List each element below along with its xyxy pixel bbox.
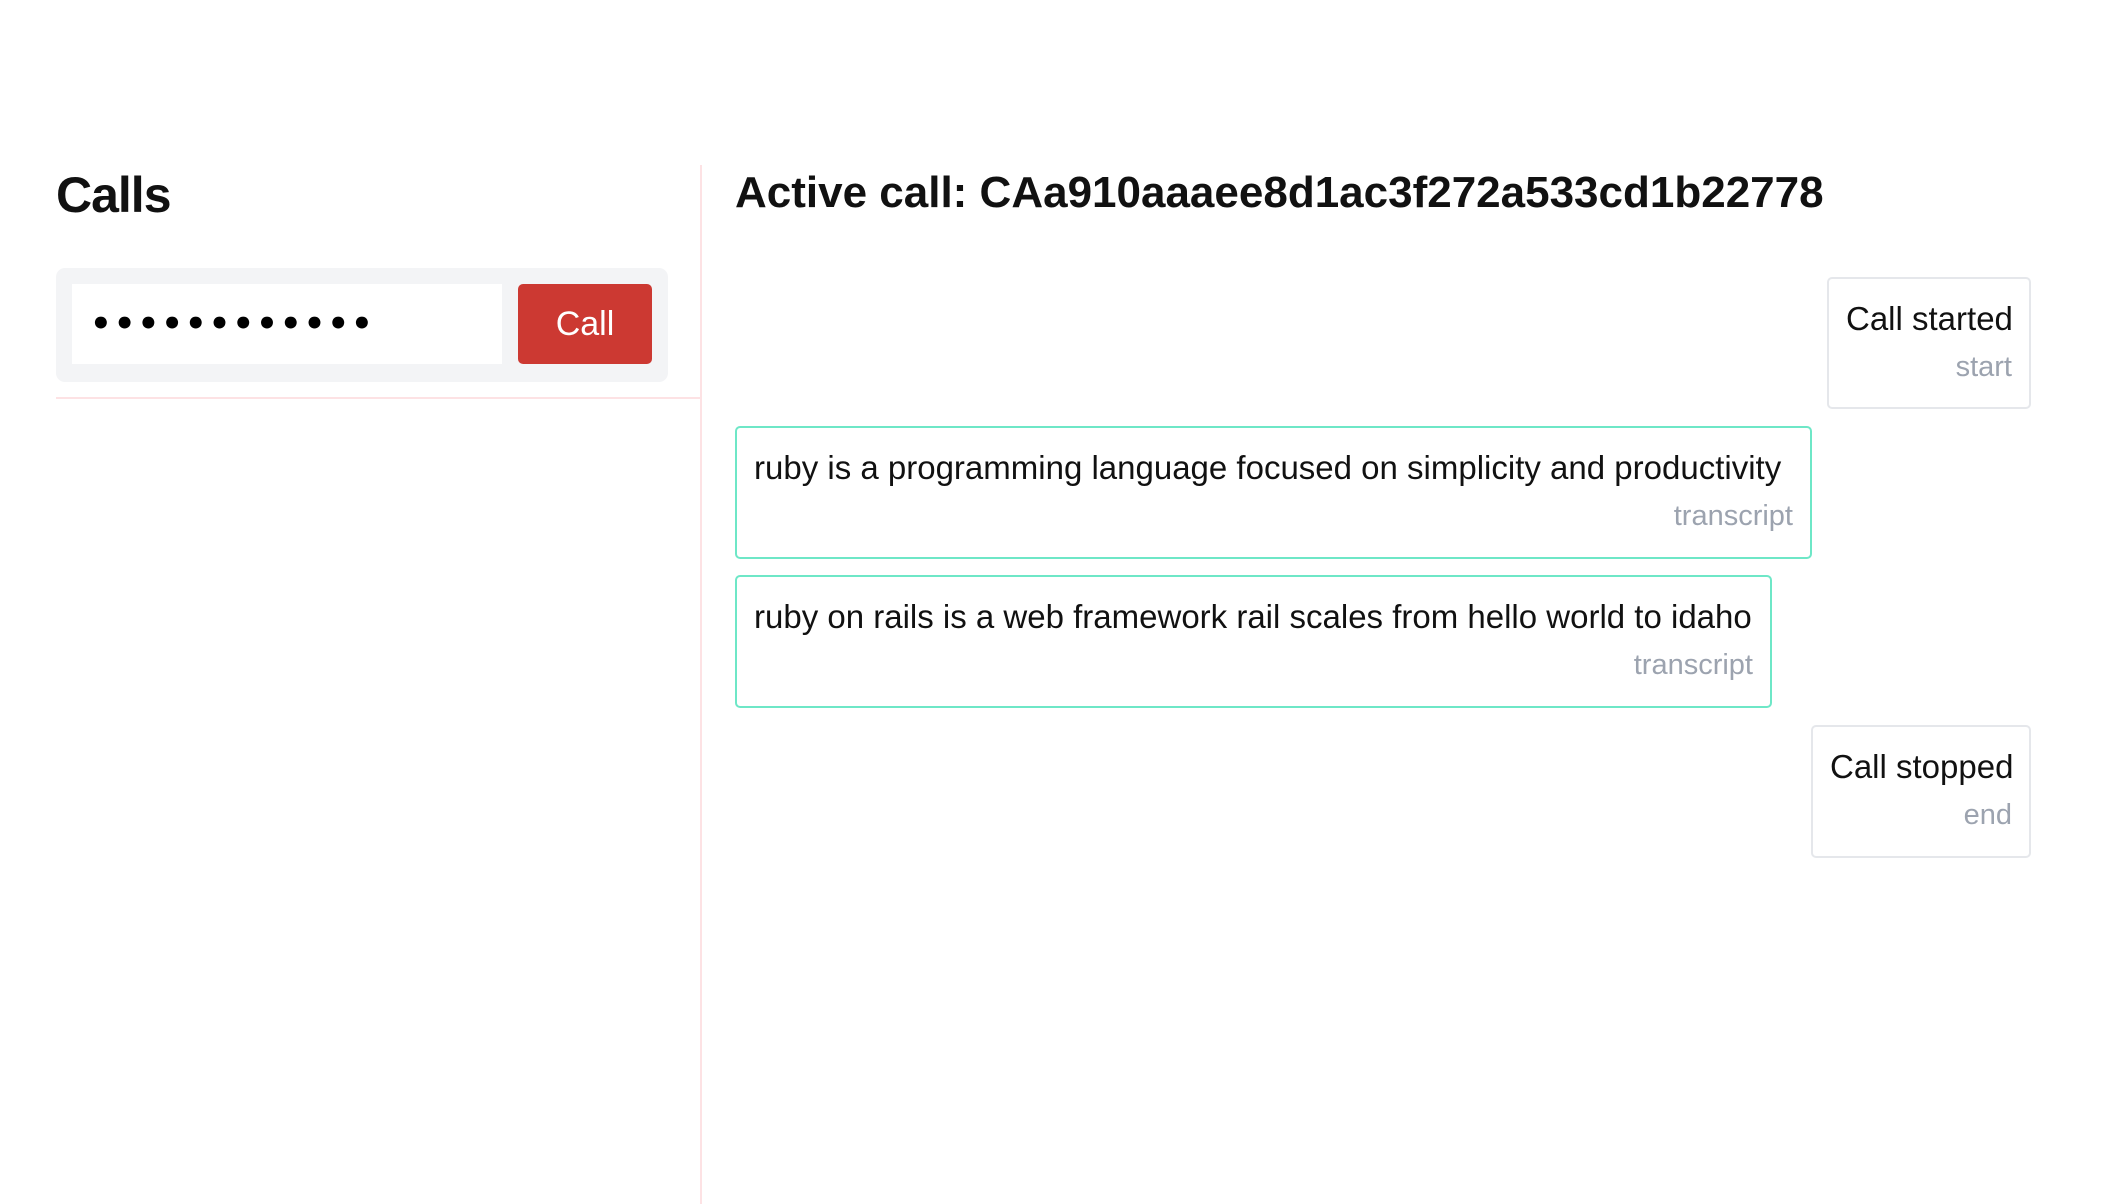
message-call-stopped: Call stopped end: [1811, 725, 2031, 858]
message-text: Call started: [1846, 300, 2013, 337]
message-tag: transcript: [1633, 649, 1753, 681]
calls-title: Calls: [56, 167, 172, 223]
message-tag: end: [1963, 799, 2012, 831]
message-text: ruby on rails is a web framework rail sc…: [754, 598, 1752, 635]
message-tag: transcript: [1673, 500, 1793, 532]
active-call-title: Active call: CAa910aaaee8d1ac3f272a533cd…: [735, 168, 1824, 217]
message-call-started: Call started start: [1827, 277, 2031, 409]
message-transcript: ruby on rails is a web framework rail sc…: [735, 575, 1772, 708]
panel-divider: [700, 165, 702, 1204]
call-form: Call: [56, 268, 668, 382]
message-tag: start: [1955, 351, 2012, 383]
page: Calls Call Active call: CAa910aaaee8d1ac…: [0, 0, 2112, 1204]
message-text: ruby is a programming language focused o…: [754, 449, 1782, 486]
message-transcript: ruby is a programming language focused o…: [735, 426, 1812, 559]
phone-number-input[interactable]: [72, 284, 502, 364]
message-text: Call stopped: [1830, 748, 2014, 785]
call-button[interactable]: Call: [518, 284, 652, 364]
calls-list-divider: [56, 397, 701, 399]
calls-panel: Calls Call: [56, 165, 701, 1204]
active-call-panel: Active call: CAa910aaaee8d1ac3f272a533cd…: [735, 165, 2035, 1165]
